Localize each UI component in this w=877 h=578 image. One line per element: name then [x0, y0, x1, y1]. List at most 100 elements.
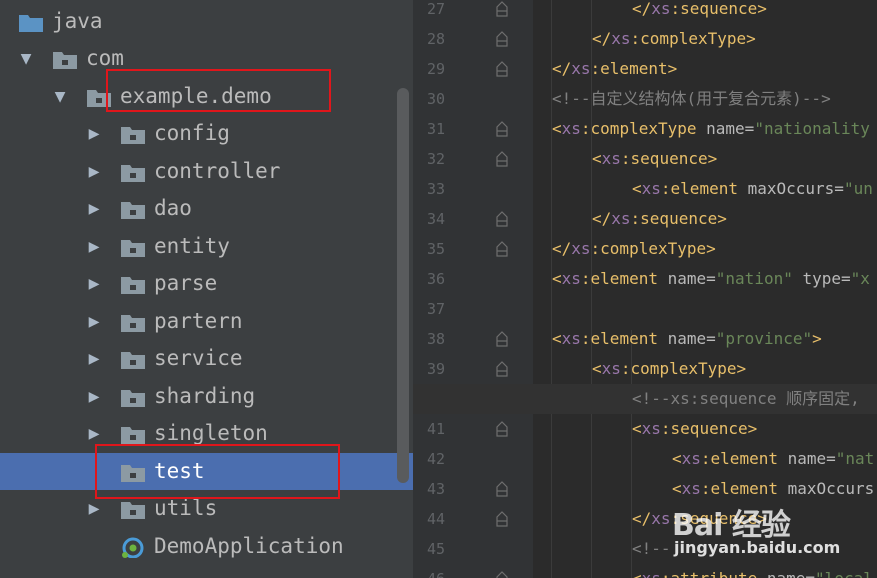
code-token: </: [632, 509, 652, 528]
line-number: 35: [426, 240, 445, 258]
tree-scrollbar[interactable]: [397, 88, 409, 483]
code-token: </: [592, 29, 612, 48]
expanded-arrow-icon[interactable]: ▼: [16, 40, 36, 77]
source-folder-icon: [18, 12, 44, 33]
code-token: <: [632, 569, 642, 578]
code-line: </xs:complexType>: [552, 234, 716, 264]
code-token: xs: [651, 509, 671, 528]
code-token: name=: [787, 449, 836, 468]
tree-item-service[interactable]: ▶ service: [0, 340, 413, 377]
code-token: xs: [681, 479, 701, 498]
code-token: <!--自定义结构体(用于复合元素)-->: [552, 89, 831, 108]
editor-gutter: 2728293031323334353637383940414243444546: [413, 0, 533, 578]
code-token: name=: [667, 329, 716, 348]
code-line: <xs:sequence>: [632, 414, 757, 444]
package-folder-icon: [120, 199, 146, 220]
expanded-arrow-icon[interactable]: ▼: [50, 78, 70, 115]
code-token: :sequence>: [630, 209, 727, 228]
code-token: xs: [611, 29, 631, 48]
code-token: :element: [700, 479, 788, 498]
tree-item-dao[interactable]: ▶ dao: [0, 190, 413, 227]
collapsed-arrow-icon[interactable]: ▶: [84, 190, 104, 227]
fold-marker-icon[interactable]: [495, 121, 509, 137]
collapsed-arrow-icon[interactable]: ▶: [84, 303, 104, 340]
code-line: </xs:sequence>: [592, 204, 727, 234]
code-line: <xs:attribute name="local: [632, 564, 873, 578]
code-line: <xs:element maxOccurs="un: [632, 174, 873, 204]
tree-item-config[interactable]: ▶ config: [0, 115, 413, 152]
code-token: <: [632, 419, 642, 438]
code-token: :complexType>: [590, 239, 716, 258]
code-token: :sequence>: [620, 149, 718, 168]
line-number: 42: [426, 450, 445, 468]
package-folder-icon: [120, 124, 146, 145]
tree-item-sharding[interactable]: ▶ sharding: [0, 378, 413, 415]
line-number: 37: [426, 300, 445, 318]
code-line: <!--: [632, 534, 671, 564]
fold-marker-icon[interactable]: [495, 31, 509, 47]
tree-item-demoapplication[interactable]: DemoApplication: [0, 528, 413, 565]
tree-item-label: parse: [154, 271, 218, 295]
code-token: :complexType>: [630, 29, 756, 48]
tree-item-label: partern: [154, 309, 243, 333]
tree-item-entity[interactable]: ▶ entity: [0, 228, 413, 265]
package-folder-icon: [120, 424, 146, 445]
collapsed-arrow-icon[interactable]: ▶: [84, 228, 104, 265]
fold-marker-icon[interactable]: [495, 211, 509, 227]
code-token: name=: [667, 269, 716, 288]
fold-marker-icon[interactable]: [495, 361, 509, 377]
tree-item-partern[interactable]: ▶ partern: [0, 303, 413, 340]
code-token: <: [552, 269, 562, 288]
code-token: :element>: [590, 59, 678, 78]
code-token: <: [552, 329, 562, 348]
code-line: <xs:element name="nation" type="x: [552, 264, 870, 294]
line-number: 36: [426, 270, 445, 288]
collapsed-arrow-icon[interactable]: ▶: [84, 378, 104, 415]
tree-item-controller[interactable]: ▶ controller: [0, 153, 413, 190]
tree-item-label: config: [154, 121, 230, 145]
line-number: 34: [426, 210, 445, 228]
code-token: xs: [561, 269, 581, 288]
collapsed-arrow-icon[interactable]: ▶: [84, 115, 104, 152]
code-token: <: [552, 119, 562, 138]
fold-marker-icon[interactable]: [495, 421, 509, 437]
tree-item-java[interactable]: java: [0, 3, 413, 40]
tree-item-parse[interactable]: ▶ parse: [0, 265, 413, 302]
tree-item-label: entity: [154, 234, 230, 258]
code-token: xs: [561, 329, 581, 348]
code-token: xs: [681, 449, 701, 468]
tree-item-label: service: [154, 346, 243, 370]
collapsed-arrow-icon[interactable]: ▶: [84, 265, 104, 302]
collapsed-arrow-icon[interactable]: ▶: [84, 340, 104, 377]
code-token: >: [812, 329, 822, 348]
code-token: </: [552, 239, 572, 258]
collapsed-arrow-icon[interactable]: ▶: [84, 153, 104, 190]
line-number: 30: [426, 90, 445, 108]
code-token: "local: [815, 569, 873, 578]
code-token: xs: [651, 0, 671, 18]
fold-marker-icon[interactable]: [495, 481, 509, 497]
code-token: maxOccurs: [787, 479, 875, 498]
code-token: :attribute: [661, 569, 767, 578]
tree-item-label: java: [52, 9, 103, 33]
fold-marker-icon[interactable]: [495, 571, 509, 578]
code-token: </: [592, 209, 612, 228]
code-line: <xs:element name="province">: [552, 324, 822, 354]
code-token: "nationality: [754, 119, 870, 138]
spring-boot-class-icon: [120, 537, 146, 559]
baidu-jingyan-watermark: Bai 经验 jingyan.baidu.com: [672, 500, 872, 566]
fold-marker-icon[interactable]: [495, 61, 509, 77]
code-token: name=: [767, 569, 815, 578]
code-token: xs: [571, 239, 591, 258]
line-number: 31: [426, 120, 445, 138]
fold-marker-icon[interactable]: [495, 1, 509, 17]
fold-marker-icon[interactable]: [495, 331, 509, 347]
code-token: xs: [641, 419, 661, 438]
fold-marker-icon[interactable]: [495, 241, 509, 257]
fold-marker-icon[interactable]: [495, 511, 509, 527]
package-folder-icon: [120, 237, 146, 258]
code-line: <xs:complexType name="nationality: [552, 114, 870, 144]
fold-marker-icon[interactable]: [495, 151, 509, 167]
code-editor[interactable]: 2728293031323334353637383940414243444546…: [413, 0, 877, 578]
line-number: 41: [426, 420, 445, 438]
